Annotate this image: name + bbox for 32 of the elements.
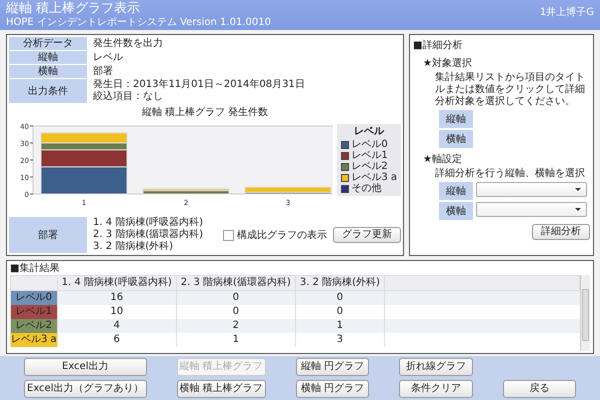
user-name: 1井上博子G (540, 6, 594, 20)
window-title: 縦軸 積上棒グラフ表示 (6, 1, 142, 17)
legend-label: レベル3 a (351, 172, 397, 183)
legend-title: レベル (353, 126, 386, 138)
axis-label: 横軸 (439, 202, 473, 220)
section-title: ■詳細分析 (413, 38, 462, 52)
instruction-text: 詳細分析を行う縦軸、横軸を選択 (435, 168, 585, 180)
condition-label: 横軸 (9, 65, 87, 78)
section-heading: ★対象選択 (423, 56, 472, 70)
checkbox-label: 構成比グラフの表示 (237, 228, 327, 242)
section-heading: ★軸設定 (423, 152, 462, 166)
department-label: 部署 (9, 217, 87, 253)
condition-label: 分析データ (9, 37, 87, 50)
condition-value: 部署 (93, 66, 113, 78)
legend-label: その他 (351, 183, 382, 194)
window-subtitle: HOPE インシデントレポートシステム Version 1.01.0010 (6, 17, 271, 29)
chart-title: 縦軸 積上棒グラフ 発生件数 (140, 107, 270, 119)
condition-label: 縦軸 (9, 51, 87, 64)
legend-label: レベル2 (351, 161, 388, 172)
legend-label: レベル1 (351, 150, 388, 161)
department-item: 1. 4 階病棟(呼吸器内科) (93, 217, 204, 228)
legend-label: レベル0 (351, 139, 388, 150)
condition-value: 絞込項目：なし (93, 91, 164, 103)
department-item: 3. 2 階病棟(外科) (93, 241, 174, 253)
condition-value: 発生件数を出力 (93, 38, 163, 50)
instruction-text: 集計結果リストから項目のタイトルまたは数値をクリックして詳細分析対象を選択してください。 (435, 72, 586, 108)
condition-label: 出力条件 (9, 79, 87, 103)
condition-value: レベル (93, 52, 123, 64)
condition-value: 発生日：2013年11月01日～2014年08月31日 (93, 79, 305, 90)
axis-label: 縦軸 (439, 182, 473, 200)
department-item: 2. 3 階病棟(循環器内科) (93, 229, 204, 240)
section-title: ■集計結果 (10, 263, 60, 275)
